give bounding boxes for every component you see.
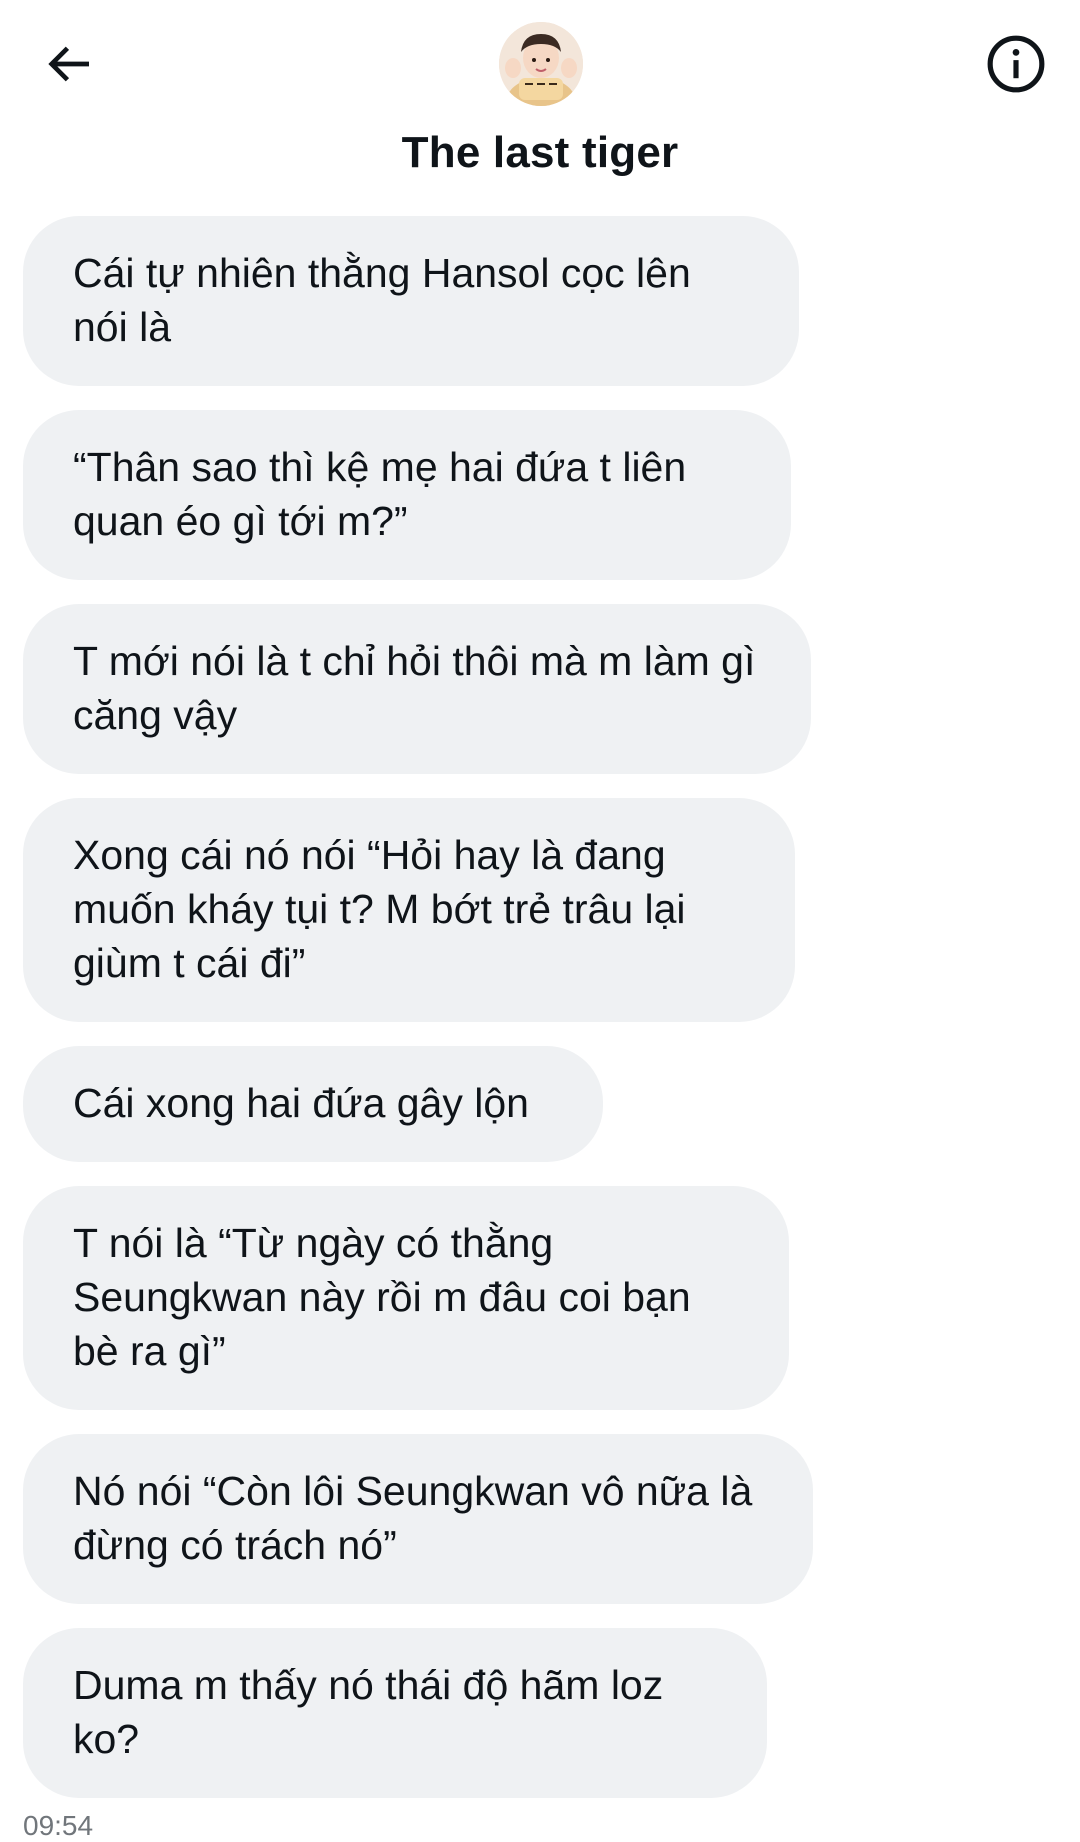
message-bubble[interactable]: T mới nói là t chỉ hỏi thôi mà m làm gì …: [23, 604, 811, 774]
message-bubble[interactable]: Nó nói “Còn lôi Seungkwan vô nữa là đừng…: [23, 1434, 813, 1604]
message-timestamp: 09:54: [23, 1810, 94, 1841]
message-bubble[interactable]: Xong cái nó nói “Hỏi hay là đang muốn kh…: [23, 798, 795, 1022]
info-circle-icon: [987, 35, 1045, 93]
message-bubble[interactable]: Cái tự nhiên thằng Hansol cọc lên nói là: [23, 216, 799, 386]
arrow-left-icon: [48, 46, 89, 82]
message-list: Cái tự nhiên thằng Hansol cọc lên nói là…: [23, 216, 1023, 1822]
message-bubble[interactable]: T nói là “Từ ngày có thằng Seungkwan này…: [23, 1186, 789, 1410]
avatar[interactable]: [499, 22, 583, 106]
conversation-header: The last tiger: [0, 0, 1080, 200]
message-bubble[interactable]: Cái xong hai đứa gây lộn: [23, 1046, 603, 1162]
avatar-image: [499, 22, 583, 106]
info-button[interactable]: [980, 28, 1052, 100]
conversation-title: The last tiger: [401, 128, 679, 177]
back-button[interactable]: [36, 32, 100, 96]
message-bubble[interactable]: “Thân sao thì kệ mẹ hai đứa t liên quan …: [23, 410, 791, 580]
message-bubble[interactable]: Duma m thấy nó thái độ hãm loz ko?: [23, 1628, 767, 1798]
